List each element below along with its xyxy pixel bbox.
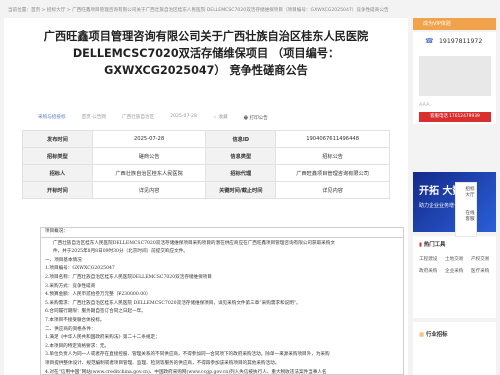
- notice-line: 二、供应商的资格条件：: [45, 326, 96, 332]
- notice-line: 3.单位负责人为同一人或者存在直接控股、管理关系的不同供应商，不得参加同一合同项…: [45, 352, 330, 358]
- info-key: 信息类型: [205, 147, 277, 165]
- notice-line: 4.预算金额：人民币贰拾叁万元整（¥230000.00）: [45, 292, 151, 298]
- industry-section: ▦ 行业招标: [413, 322, 496, 375]
- notice-line: 2.项目名称：广西壮族自治区桂东人民医院DELLEMCSC7020双活存储维保项…: [45, 274, 212, 280]
- notice-lines: 广西壮族自治区桂东人民医院DELLEMCSC7020双活存储维保项目采购项目的潜…: [45, 240, 399, 375]
- notice-line: 6.合同履行期限：服务期自签订合同之日起一年。: [45, 309, 146, 315]
- contact-phone: 19197811972: [439, 38, 483, 45]
- print-button[interactable]: 🖶 打印公告: [244, 114, 268, 124]
- notice-line: 广西壮族自治区桂东人民医院DELLEMCSC7020双活存储维保项目采购项目的潜…: [53, 240, 335, 246]
- info-row: 招标类型 磋商公告 信息类型 招标公告: [22, 147, 390, 165]
- hotline-banner[interactable]: 客服电话 17612479939: [419, 112, 491, 122]
- vip-button[interactable]: 成为VIP体验: [413, 18, 496, 30]
- float-nav-hall[interactable]: 招标 大厅: [459, 187, 475, 198]
- phone-icon: ☎: [425, 37, 434, 45]
- qr-code-image: [419, 56, 491, 96]
- tool-link[interactable]: 土地交易: [445, 256, 463, 262]
- banner-subtitle: 助力企业业务增长: [419, 203, 460, 209]
- notice-line: 3.采购方式：竞争性磋商: [45, 283, 96, 289]
- source-link[interactable]: 采购与招投标: [38, 114, 66, 124]
- notice-line: 一、项目基本情况: [45, 257, 82, 263]
- notice-line: 5.采购需求：广西壮族自治区桂东人民医院 DELLEMCSC7020双活存储维保…: [45, 300, 301, 306]
- info-value: 详见内容: [91, 181, 207, 199]
- tool-link[interactable]: 医疗采购: [471, 268, 489, 274]
- float-nav-service[interactable]: 在线 客服: [459, 211, 475, 222]
- info-value: 广西壮族自治区桂东人民医院: [91, 164, 207, 182]
- announcement-content: 广西旺鑫项目管理咨询有限公司关于广西壮族自治区桂东人民医院 DELLEMCSC7…: [4, 18, 408, 375]
- info-key: 招标人: [22, 164, 93, 182]
- collect-button[interactable]: ☆ 收藏: [213, 114, 228, 124]
- notice-line: 2.本项目的特定资格要求：无。: [45, 343, 110, 349]
- fire-icon: ▮: [419, 242, 422, 248]
- info-key: 信息ID: [205, 130, 277, 148]
- platform-label: 首页·公告网: [81, 115, 107, 120]
- tool-link[interactable]: 产权交易: [471, 256, 489, 262]
- tool-link[interactable]: 工程建设: [419, 256, 437, 262]
- info-row: 招标人 广西壮族自治区桂东人民医院 招标代理 广西旺鑫项目管理咨询有限公司: [22, 164, 390, 182]
- page-title: 广西旺鑫项目管理咨询有限公司关于广西壮族自治区桂东人民医院 DELLEMCSC7…: [43, 30, 369, 77]
- hot-tools-title: ▮ 热门工具: [419, 242, 446, 248]
- notice-line: 1.项目编号：GXWXCG2025047: [45, 266, 115, 272]
- info-key: 发布时间: [22, 130, 93, 148]
- floating-nav: 招标 大厅 在线 客服: [455, 182, 477, 237]
- credit-rating: AAA: [419, 102, 430, 108]
- info-table: 发布时间 2025-07-28 信息ID 1904067611496448 招标类型 磋商…: [22, 130, 390, 199]
- info-value: 详见内容: [275, 181, 390, 199]
- info-key: 招标类型: [22, 147, 93, 165]
- notice-heading: 项目概况：: [41, 228, 403, 238]
- info-value: 广西旺鑫项目管理咨询有限公司: [275, 164, 390, 182]
- grid-icon: ▦: [419, 332, 425, 338]
- info-value: 磋商公告: [91, 147, 207, 165]
- publish-date: 2025-07-28: [170, 114, 197, 119]
- industry-title: ▦ 行业招标: [419, 332, 448, 338]
- notice-line: 4.对在“信用中国”网站(www.creditchina.gov.cn)、中国政…: [45, 369, 327, 375]
- tool-link[interactable]: 政府采购: [419, 268, 437, 274]
- info-value: 2025-07-28: [91, 130, 207, 148]
- notice-line: 件，并于2025年8月8日09时30分（北京时间）前提交响应文件。: [53, 249, 188, 255]
- notice-line: 项目提供整体设计、规范编制或者项目管理、监理、检测等服务的供应商，不得再参加该采…: [45, 360, 280, 366]
- notice-line: 1.满足《中华人民共和国政府采购法》第二十二条规定；: [45, 335, 160, 341]
- info-row: 发布时间 2025-07-28 信息ID 1904067611496448: [22, 130, 390, 148]
- info-key: 关键时间/截止时间: [205, 181, 277, 199]
- region-label: 广西壮族自治区: [122, 115, 155, 120]
- notice-body: 项目概况： 广西壮族自治区桂东人民医院DELLEMCSC7020双活存储维保项目…: [40, 227, 404, 375]
- breadcrumb: 当前位置：首页 > 招标大厅 > 广西旺鑫项目管理咨询有限公司关于广西壮族自治区…: [8, 8, 389, 13]
- info-row: 开标时间 详见内容 关键时间/截止时间 详见内容: [22, 181, 390, 199]
- hot-tools: ▮ 热门工具 工程建设 土地交易 产权交易政府采购 企业采购 医疗采购: [413, 236, 496, 318]
- info-key: 招标代理: [205, 164, 277, 182]
- contact-panel: ☎ 19197811972 AAA 客服电话 17612479939: [413, 32, 496, 124]
- info-key: 开标时间: [22, 181, 93, 199]
- meta-bar: 采购与招投标 首页·公告网 广西壮族自治区 2025-07-28 ☆ 收藏 🖶 …: [38, 114, 378, 124]
- tool-link[interactable]: 企业采购: [445, 268, 463, 274]
- info-value: 1904067611496448: [275, 130, 390, 148]
- info-value: 招标公告: [275, 147, 390, 165]
- notice-line: 7.本项目不接受联合体投标。: [45, 317, 105, 323]
